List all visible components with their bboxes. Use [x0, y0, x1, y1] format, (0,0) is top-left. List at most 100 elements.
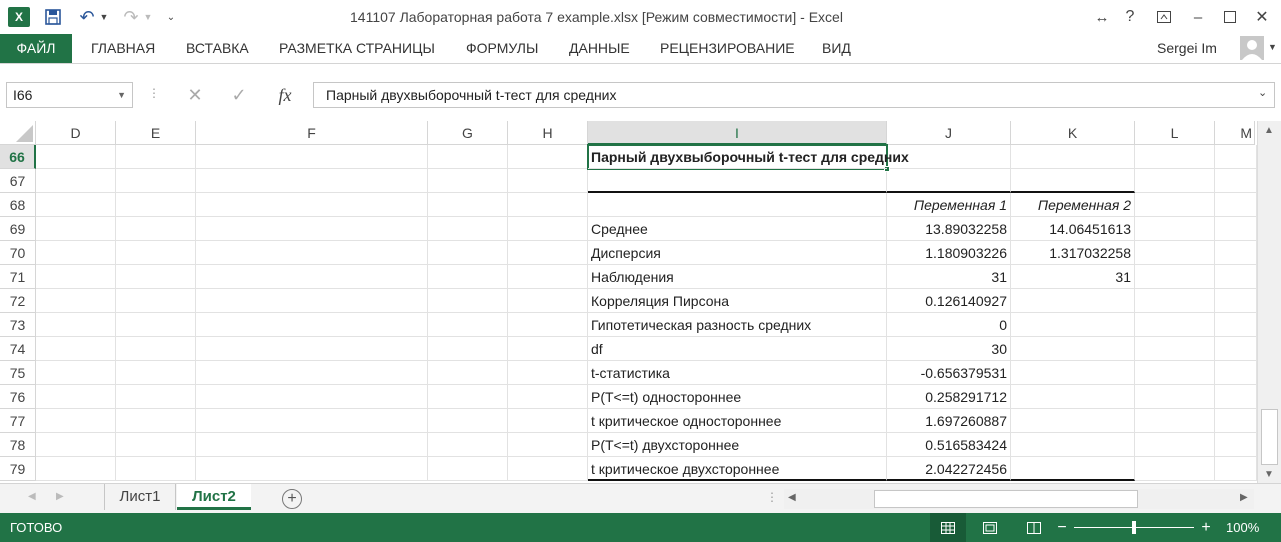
row-header-71[interactable]: 71	[0, 265, 36, 289]
cell-h77[interactable]	[508, 409, 588, 433]
cell-l66[interactable]	[1135, 145, 1215, 169]
cell-j75[interactable]: -0.656379531	[887, 361, 1011, 385]
cell-e77[interactable]	[116, 409, 196, 433]
cell-g68[interactable]	[428, 193, 508, 217]
user-name[interactable]: Sergei Im	[1157, 34, 1217, 63]
cell-g73[interactable]	[428, 313, 508, 337]
name-box-dropdown-icon[interactable]: ▼	[117, 83, 126, 107]
cell-f67[interactable]	[196, 169, 428, 193]
cell-m66[interactable]	[1215, 145, 1257, 169]
cell-d76[interactable]	[36, 385, 116, 409]
sheet-scroll-right-icon[interactable]: ▶	[56, 491, 64, 502]
cell-h72[interactable]	[508, 289, 588, 313]
cell-h76[interactable]	[508, 385, 588, 409]
cell-j68[interactable]: Переменная 1	[887, 193, 1011, 217]
user-dropdown-icon[interactable]: ▼	[1268, 42, 1277, 52]
tab-file[interactable]: ФАЙЛ	[0, 34, 72, 63]
close-icon[interactable]: ✕	[1250, 6, 1274, 28]
cell-j77[interactable]: 1.697260887	[887, 409, 1011, 433]
cell-g79[interactable]	[428, 457, 508, 481]
cell-f68[interactable]	[196, 193, 428, 217]
cell-k69[interactable]: 14.06451613	[1011, 217, 1135, 241]
column-header-g[interactable]: G	[428, 121, 508, 145]
resize-icon[interactable]: ↔	[1090, 6, 1114, 28]
cell-j79[interactable]: 2.042272456	[887, 457, 1011, 481]
row-header-78[interactable]: 78	[0, 433, 36, 457]
cell-d68[interactable]	[36, 193, 116, 217]
cell-l77[interactable]	[1135, 409, 1215, 433]
cell-i73[interactable]: Гипотетическая разность средних	[588, 313, 887, 337]
page-break-view-icon[interactable]	[1024, 518, 1044, 538]
row-header-67[interactable]: 67	[0, 169, 36, 193]
cell-i67[interactable]	[588, 169, 887, 193]
cell-d78[interactable]	[36, 433, 116, 457]
cell-m79[interactable]	[1215, 457, 1257, 481]
cell-f76[interactable]	[196, 385, 428, 409]
page-layout-view-icon[interactable]	[980, 518, 1000, 538]
cell-k71[interactable]: 31	[1011, 265, 1135, 289]
scroll-down-icon[interactable]: ▼	[1264, 469, 1274, 480]
cell-k67[interactable]	[1011, 169, 1135, 193]
cell-k74[interactable]	[1011, 337, 1135, 361]
confirm-entry-icon[interactable]: ✓	[224, 82, 254, 108]
column-header-h[interactable]: H	[508, 121, 588, 145]
cell-k79[interactable]	[1011, 457, 1135, 481]
name-box[interactable]: I66 ▼	[6, 82, 133, 108]
cell-i77[interactable]: t критическое одностороннее	[588, 409, 887, 433]
customize-qat-icon[interactable]: ⌄	[164, 7, 178, 27]
cell-e74[interactable]	[116, 337, 196, 361]
cell-h74[interactable]	[508, 337, 588, 361]
worksheet-grid[interactable]: D E F G H I J K L M 66 Парный двухвыбороч…	[0, 121, 1281, 483]
cell-m74[interactable]	[1215, 337, 1257, 361]
cell-i76[interactable]: P(T<=t) одностороннее	[588, 385, 887, 409]
column-header-k[interactable]: K	[1011, 121, 1135, 145]
row-header-76[interactable]: 76	[0, 385, 36, 409]
select-all-corner[interactable]	[0, 121, 36, 145]
row-header-79[interactable]: 79	[0, 457, 36, 481]
cell-j67[interactable]	[887, 169, 1011, 193]
ribbon-display-icon[interactable]	[1152, 6, 1176, 28]
cell-k75[interactable]	[1011, 361, 1135, 385]
row-header-74[interactable]: 74	[0, 337, 36, 361]
formula-input[interactable]: Парный двухвыборочный t-тест для средних	[313, 82, 1275, 108]
cell-g74[interactable]	[428, 337, 508, 361]
cell-j76[interactable]: 0.258291712	[887, 385, 1011, 409]
tab-home[interactable]: ГЛАВНАЯ	[91, 34, 155, 63]
cell-m71[interactable]	[1215, 265, 1257, 289]
column-header-e[interactable]: E	[116, 121, 196, 145]
cell-f70[interactable]	[196, 241, 428, 265]
cell-l78[interactable]	[1135, 433, 1215, 457]
column-header-l[interactable]: L	[1135, 121, 1215, 145]
cell-h66[interactable]	[508, 145, 588, 169]
cell-e69[interactable]	[116, 217, 196, 241]
cell-l68[interactable]	[1135, 193, 1215, 217]
cell-g76[interactable]	[428, 385, 508, 409]
undo-dropdown-icon[interactable]: ▼	[98, 7, 110, 27]
cell-m78[interactable]	[1215, 433, 1257, 457]
cell-l69[interactable]	[1135, 217, 1215, 241]
cell-k77[interactable]	[1011, 409, 1135, 433]
zoom-slider[interactable]	[1074, 521, 1194, 534]
cell-i70[interactable]: Дисперсия	[588, 241, 887, 265]
cell-l75[interactable]	[1135, 361, 1215, 385]
redo-icon[interactable]: ↷	[120, 7, 142, 27]
cell-k66[interactable]	[1011, 145, 1135, 169]
row-header-73[interactable]: 73	[0, 313, 36, 337]
cell-h78[interactable]	[508, 433, 588, 457]
cell-d73[interactable]	[36, 313, 116, 337]
cell-m70[interactable]	[1215, 241, 1257, 265]
tab-insert[interactable]: ВСТАВКА	[186, 34, 249, 63]
cell-i71[interactable]: Наблюдения	[588, 265, 887, 289]
cell-h75[interactable]	[508, 361, 588, 385]
minimize-icon[interactable]: –	[1186, 6, 1210, 28]
column-header-j[interactable]: J	[887, 121, 1011, 145]
row-header-66[interactable]: 66	[0, 145, 36, 169]
cell-h70[interactable]	[508, 241, 588, 265]
row-header-75[interactable]: 75	[0, 361, 36, 385]
cell-j69[interactable]: 13.89032258	[887, 217, 1011, 241]
cell-h68[interactable]	[508, 193, 588, 217]
tab-review[interactable]: РЕЦЕНЗИРОВАНИЕ	[660, 34, 795, 63]
undo-icon[interactable]: ↶	[76, 7, 98, 27]
cell-g75[interactable]	[428, 361, 508, 385]
vertical-scroll-thumb[interactable]	[1261, 409, 1278, 465]
